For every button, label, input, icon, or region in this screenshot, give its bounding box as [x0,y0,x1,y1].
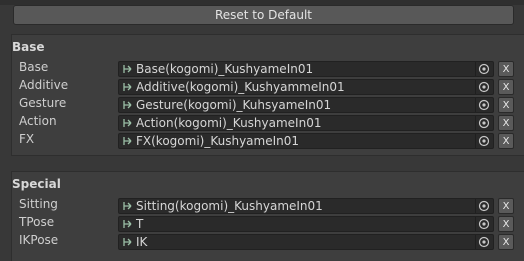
remove-action-button[interactable]: X [498,115,514,131]
remove-ikpose-button[interactable]: X [498,234,514,250]
controller-field-value: Sitting(kogomi)_KushyameIn01 [136,199,323,213]
remove-tpose-button[interactable]: X [498,216,514,232]
controller-field-gesture[interactable]: Gesture(kogomi)_KuhsyameIn01 [118,97,494,113]
animator-controller-icon [123,137,132,145]
controller-field-value: Additive(kogomi)_KushyammeIn01 [136,80,345,94]
object-picker-icon[interactable] [478,135,490,147]
controller-field-value: IK [136,235,148,249]
field-separator [475,134,476,148]
field-separator [475,98,476,112]
field-separator [475,217,476,231]
field-separator [475,62,476,76]
object-picker-icon[interactable] [478,81,490,93]
controller-field-value: FX(kogomi)_KushyameIn01 [136,134,300,148]
animator-controller-icon [123,119,132,127]
row-label-ikpose: IKPose [19,233,59,247]
remove-gesture-button[interactable]: X [498,97,514,113]
object-picker-icon[interactable] [478,218,490,230]
base-section-title: Base [12,40,45,54]
remove-additive-button[interactable]: X [498,79,514,95]
row-label-action: Action [19,114,57,128]
row-label-fx: FX [19,132,35,146]
controller-field-ikpose[interactable]: IK [118,234,494,250]
controller-field-value: Base(kogomi)_KushyameIn01 [136,62,314,76]
field-separator [475,235,476,249]
animator-controller-icon [123,220,132,228]
object-picker-icon[interactable] [478,200,490,212]
object-picker-icon[interactable] [478,236,490,248]
controller-field-sitting[interactable]: Sitting(kogomi)_KushyameIn01 [118,198,494,214]
animator-controller-icon [123,202,132,210]
object-picker-icon[interactable] [478,99,490,111]
field-separator [475,116,476,130]
row-label-additive: Additive [19,78,69,92]
controller-field-fx[interactable]: FX(kogomi)_KushyameIn01 [118,133,494,149]
row-label-gesture: Gesture [19,96,67,110]
remove-fx-button[interactable]: X [498,133,514,149]
animator-controller-icon [123,65,132,73]
remove-sitting-button[interactable]: X [498,198,514,214]
controller-field-value: Action(kogomi)_KushyameIn01 [136,116,322,130]
special-section-title: Special [12,177,61,191]
row-label-sitting: Sitting [19,197,58,211]
row-label-base: Base [19,60,49,74]
animator-controller-icon [123,101,132,109]
animator-controller-icon [123,83,132,91]
reset-to-default-button[interactable]: Reset to Default [13,5,514,25]
remove-base-button[interactable]: X [498,61,514,77]
object-picker-icon[interactable] [478,117,490,129]
animator-controller-icon [123,238,132,246]
controller-field-value: Gesture(kogomi)_KuhsyameIn01 [136,98,332,112]
object-picker-icon[interactable] [478,63,490,75]
field-separator [475,80,476,94]
controller-field-action[interactable]: Action(kogomi)_KushyameIn01 [118,115,494,131]
row-label-tpose: TPose [19,215,55,229]
controller-field-value: T [136,217,144,231]
field-separator [475,199,476,213]
controller-field-tpose[interactable]: T [118,216,494,232]
controller-field-base[interactable]: Base(kogomi)_KushyameIn01 [118,61,494,77]
controller-field-additive[interactable]: Additive(kogomi)_KushyammeIn01 [118,79,494,95]
